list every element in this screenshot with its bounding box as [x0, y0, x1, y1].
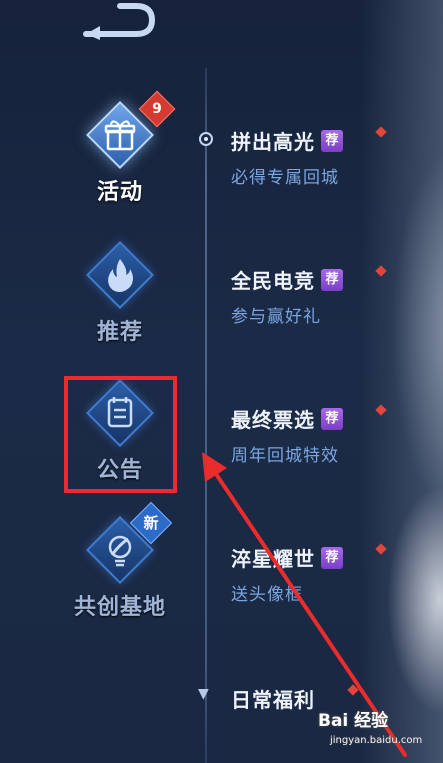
event-item[interactable]: 全民电竞荐 参与赢好礼 — [231, 265, 401, 327]
event-subtitle: 周年回城特效 — [231, 446, 339, 466]
event-title: 最终票选 — [231, 408, 315, 432]
red-dot-indicator — [375, 126, 387, 138]
background-artwork — [360, 0, 443, 763]
sidebar-item-recommend[interactable]: 推荐 — [60, 240, 180, 346]
chevron-down-icon: ▼ — [198, 686, 209, 702]
event-title: 全民电竞 — [231, 269, 315, 293]
watermark: Bai 经验 jingyan.baidu.com — [318, 706, 443, 763]
red-dot-indicator — [347, 684, 359, 696]
event-title: 淬星耀世 — [231, 547, 315, 571]
event-item[interactable]: 最终票选荐 周年回城特效 — [231, 404, 401, 466]
event-item[interactable]: 淬星耀世荐 送头像框 — [231, 543, 401, 605]
timeline-current-dot — [199, 132, 213, 146]
watermark-logo: Bai 经验 — [318, 711, 389, 731]
sidebar-item-label: 活动 — [96, 180, 143, 205]
section-title: 日常福利 — [231, 688, 315, 712]
red-dot-indicator — [375, 543, 387, 555]
event-title: 拼出高光 — [231, 130, 315, 154]
red-dot-indicator — [375, 404, 387, 416]
back-arrow-icon[interactable] — [80, 0, 160, 40]
watermark-url: jingyan.baidu.com — [330, 735, 423, 746]
recommend-tag: 荐 — [321, 129, 343, 152]
event-item[interactable]: 拼出高光荐 必得专属回城 — [231, 126, 401, 188]
sidebar-item-label: 共创基地 — [73, 595, 166, 620]
sidebar-item-label: 推荐 — [96, 320, 143, 345]
timeline-line — [205, 68, 207, 763]
flame-icon — [108, 259, 133, 292]
recommend-tag: 荐 — [321, 546, 343, 569]
gift-icon — [104, 120, 136, 151]
lightbulb-icon — [108, 535, 132, 567]
recommend-tag: 荐 — [321, 407, 343, 430]
highlight-box — [64, 376, 177, 493]
red-dot-indicator — [375, 265, 387, 277]
recommend-tag: 荐 — [321, 268, 343, 291]
event-subtitle: 必得专属回城 — [231, 168, 339, 188]
event-subtitle: 参与赢好礼 — [231, 307, 321, 327]
event-subtitle: 送头像框 — [231, 585, 303, 605]
